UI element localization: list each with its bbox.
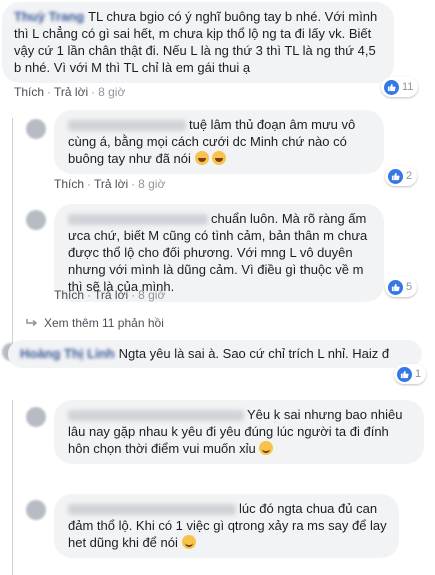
comment-author[interactable]: Thuỳ Trang bbox=[14, 8, 84, 25]
like-link[interactable]: Thích bbox=[54, 177, 84, 191]
smiling-emoji-icon bbox=[181, 535, 196, 549]
avatar[interactable] bbox=[26, 119, 46, 139]
timestamp[interactable]: 8 giờ bbox=[98, 85, 125, 99]
reply-author[interactable] bbox=[68, 504, 236, 516]
like-link[interactable]: Thích bbox=[54, 288, 84, 302]
like-icon bbox=[388, 279, 403, 295]
thread-line bbox=[12, 400, 13, 575]
like-link[interactable]: Thích bbox=[14, 85, 44, 99]
avatar[interactable] bbox=[26, 210, 46, 230]
reply-bubble: Yêu k sai nhưng bao nhiêu lâu nay gặp nh… bbox=[54, 400, 424, 464]
reply-bubble: tuệ lâm thủ đoạn âm mưu vô cùng á, bằng … bbox=[54, 110, 384, 174]
comment-author[interactable]: Hoàng Thị Linh bbox=[20, 345, 115, 362]
view-more-replies-link[interactable]: Xem thêm 11 phản hồi bbox=[26, 316, 164, 330]
reply-actions: Thích · Trả lời · 8 giờ bbox=[54, 177, 166, 191]
reaction-count: 1 bbox=[415, 368, 422, 380]
comment-actions: Thích · Trả lời · 8 giờ bbox=[14, 85, 126, 99]
reply-arrow-icon bbox=[26, 319, 38, 327]
reply-link[interactable]: Trả lời bbox=[94, 177, 128, 191]
reaction-count-badge[interactable]: 11 bbox=[381, 77, 419, 97]
view-more-replies-label[interactable]: Xem thêm 11 phản hồi bbox=[44, 316, 164, 330]
avatar[interactable] bbox=[26, 407, 46, 427]
laughing-emoji-icon bbox=[194, 151, 209, 165]
comment-bubble: Thuỳ Trang TL chưa bgio có ý nghĩ buông t… bbox=[2, 2, 394, 83]
reaction-count: 2 bbox=[406, 170, 413, 182]
like-icon bbox=[384, 79, 399, 95]
reply-link[interactable]: Trả lời bbox=[94, 288, 128, 302]
reply-author[interactable] bbox=[68, 410, 244, 422]
smiling-emoji-icon bbox=[259, 441, 274, 455]
reaction-count-badge[interactable]: 1 bbox=[394, 364, 427, 384]
comment-text: Ngta yêu là sai à. Sao cứ chỉ trích L nh… bbox=[118, 346, 390, 361]
reply-link[interactable]: Trả lời bbox=[54, 85, 88, 99]
reaction-count-badge[interactable]: 5 bbox=[385, 277, 418, 297]
reaction-count-badge[interactable]: 2 bbox=[385, 166, 418, 186]
timestamp[interactable]: 8 giờ bbox=[138, 288, 165, 302]
thread-line bbox=[12, 118, 13, 343]
like-icon bbox=[388, 168, 403, 184]
like-icon bbox=[397, 366, 412, 382]
comment-bubble: Hoàng Thị Linh Ngta yêu là sai à. Sao cứ … bbox=[8, 340, 422, 368]
avatar[interactable] bbox=[26, 500, 46, 520]
reply-author[interactable] bbox=[68, 214, 208, 226]
timestamp[interactable]: 8 giờ bbox=[138, 177, 165, 191]
reply-actions: Thích · Trả lời · 8 giờ bbox=[54, 288, 166, 302]
reply-author[interactable] bbox=[68, 120, 186, 132]
reaction-count: 5 bbox=[406, 281, 413, 293]
laughing-emoji-icon bbox=[212, 151, 227, 165]
reaction-count: 11 bbox=[402, 81, 414, 93]
reply-bubble: lúc đó ngta chua đủ can đảm thổ lộ. Khi … bbox=[54, 494, 399, 558]
